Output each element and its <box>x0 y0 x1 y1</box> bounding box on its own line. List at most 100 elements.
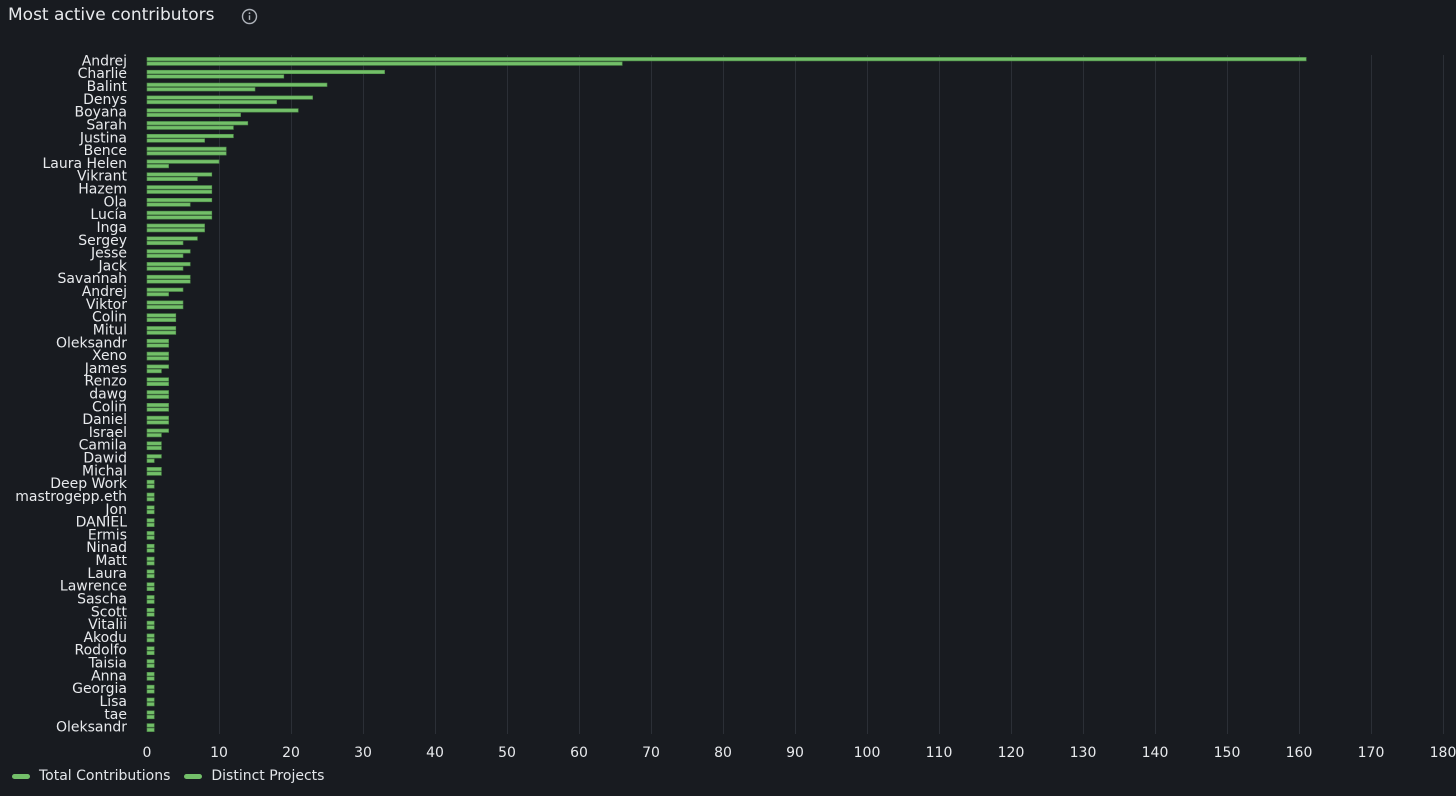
bar-distinct-projects <box>146 586 155 591</box>
bar-total-contributions <box>146 492 155 497</box>
bar-total-contributions <box>146 121 249 126</box>
bar-total-contributions <box>146 249 191 254</box>
bar-total-contributions <box>146 262 191 267</box>
panel-title: Most active contributors <box>8 5 215 25</box>
bar-distinct-projects <box>146 266 184 271</box>
x-tick-label: 60 <box>570 745 588 761</box>
bar-total-contributions <box>146 595 155 600</box>
bar-total-contributions <box>146 82 328 87</box>
bar-distinct-projects <box>146 112 241 117</box>
legend-label-total-contributions: Total Contributions <box>39 768 171 784</box>
bar-distinct-projects <box>146 676 155 681</box>
x-tick-label: 50 <box>498 745 516 761</box>
x-tick-label: 100 <box>854 745 881 761</box>
bar-distinct-projects <box>146 638 155 643</box>
legend-swatch-distinct-projects <box>184 773 203 779</box>
bar-total-contributions <box>146 390 169 395</box>
bar-total-contributions <box>146 377 169 382</box>
bar-distinct-projects <box>146 215 213 220</box>
bar-total-contributions <box>146 172 213 177</box>
legend-item-total-contributions[interactable]: Total Contributions <box>12 768 170 784</box>
bar-total-contributions <box>146 133 234 139</box>
x-tick-label: 150 <box>1214 745 1241 761</box>
bar-total-contributions <box>146 403 169 408</box>
bar-distinct-projects <box>146 663 155 668</box>
bar-distinct-projects <box>146 381 169 386</box>
bar-total-contributions <box>146 185 213 190</box>
bar-total-contributions <box>146 287 184 292</box>
bar-total-contributions <box>146 69 385 75</box>
bar-total-contributions <box>146 543 155 549</box>
bar-total-contributions <box>146 479 155 484</box>
bar-distinct-projects <box>146 317 177 322</box>
bar-total-contributions <box>146 505 155 510</box>
bar-total-contributions <box>146 531 155 536</box>
bar-distinct-projects <box>146 535 155 540</box>
bar-total-contributions <box>146 697 155 702</box>
x-tick-label: 170 <box>1358 745 1385 761</box>
bar-distinct-projects <box>146 292 169 297</box>
bar-total-contributions <box>146 607 155 613</box>
bar-total-contributions <box>146 159 220 164</box>
bar-total-contributions <box>146 454 162 459</box>
bar-total-contributions <box>146 198 213 203</box>
bar-total-contributions <box>146 95 313 100</box>
bar-distinct-projects <box>146 471 162 476</box>
bar-distinct-projects <box>146 702 155 707</box>
bar-distinct-projects <box>146 87 256 92</box>
bar-distinct-projects <box>146 561 155 566</box>
bar-distinct-projects <box>146 612 155 617</box>
bar-total-contributions <box>146 326 177 331</box>
x-tick-label: 130 <box>1070 745 1097 761</box>
bar-distinct-projects <box>146 574 155 579</box>
bar-distinct-projects <box>146 522 155 527</box>
bar-total-contributions <box>146 582 155 587</box>
bar-total-contributions <box>146 57 1307 62</box>
info-icon[interactable] <box>241 8 258 25</box>
bar-total-contributions <box>146 710 155 715</box>
bar-total-contributions <box>146 569 155 574</box>
bar-total-contributions <box>146 351 169 356</box>
bar-distinct-projects <box>146 151 227 156</box>
bar-distinct-projects <box>146 433 162 438</box>
bar-distinct-projects <box>146 510 155 515</box>
bar-distinct-projects <box>146 74 285 79</box>
bar-distinct-projects <box>146 176 198 182</box>
bar-total-contributions <box>146 672 155 677</box>
bar-distinct-projects <box>146 369 162 374</box>
bar-distinct-projects <box>146 689 155 694</box>
bar-distinct-projects <box>146 61 623 66</box>
bar-total-contributions <box>146 684 155 689</box>
bar-distinct-projects <box>146 100 277 105</box>
x-tick-label: 40 <box>426 745 444 761</box>
x-tick-label: 160 <box>1286 745 1313 761</box>
x-tick-label: 80 <box>714 745 732 761</box>
bar-distinct-projects <box>146 189 213 194</box>
x-tick-label: 20 <box>282 745 300 761</box>
bar-distinct-projects <box>146 625 155 630</box>
bar-total-contributions <box>146 364 169 369</box>
bar-distinct-projects <box>146 497 155 502</box>
bar-distinct-projects <box>146 458 155 463</box>
x-tick-label: 140 <box>1142 745 1169 761</box>
bar-distinct-projects <box>146 727 155 732</box>
legend-swatch-total-contributions <box>12 773 30 779</box>
bar-distinct-projects <box>146 228 205 233</box>
bar-total-contributions <box>146 659 155 664</box>
legend-item-distinct-projects[interactable]: Distinct Projects <box>184 768 324 784</box>
bar-total-contributions <box>146 428 169 433</box>
bar-total-contributions <box>146 300 184 305</box>
x-tick-label: 120 <box>998 745 1025 761</box>
bar-total-contributions <box>146 620 155 625</box>
bar-distinct-projects <box>146 240 184 246</box>
bar-total-contributions <box>146 633 155 638</box>
bar-distinct-projects <box>146 599 155 604</box>
bar-total-contributions <box>146 646 155 651</box>
bar-total-contributions <box>146 313 177 318</box>
x-tick-label: 90 <box>786 745 804 761</box>
bar-chart: 0 10 20 30 40 50 60 70 80 90 100 110 120 130 140 150 160… <box>15 53 1456 761</box>
bar-distinct-projects <box>146 343 169 348</box>
bar-total-contributions <box>146 518 155 523</box>
bar-distinct-projects <box>146 356 169 361</box>
bar-total-contributions <box>146 441 162 446</box>
